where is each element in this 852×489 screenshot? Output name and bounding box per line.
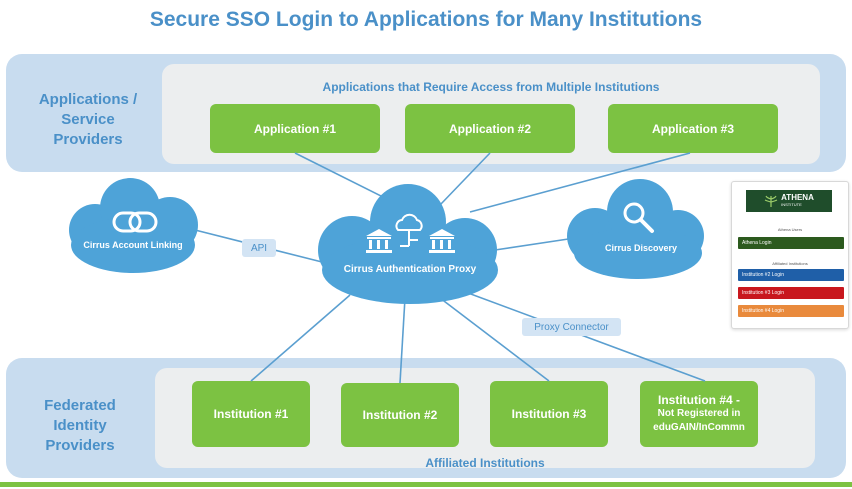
tree-logo-icon bbox=[764, 195, 778, 207]
athena-login-button[interactable]: Athena Login bbox=[738, 237, 844, 249]
discovery-cloud[interactable] bbox=[567, 179, 704, 279]
proxy-label: Cirrus Authentication Proxy bbox=[343, 264, 477, 275]
affiliated-caption: Affiliated Institutions bbox=[772, 261, 808, 266]
logo-subtext: INSTITUTE bbox=[781, 202, 802, 207]
logo-text: ATHENA bbox=[781, 193, 814, 202]
athena-logo: ATHENA INSTITUTE bbox=[746, 190, 832, 212]
users-caption: Athena Users bbox=[777, 227, 803, 232]
account-linking-cloud[interactable] bbox=[69, 178, 198, 273]
account-linking-label: Cirrus Account Linking bbox=[83, 240, 183, 250]
login-panel: ATHENA INSTITUTE Athena Users Athena Log… bbox=[731, 181, 849, 329]
institution-2-login-button[interactable]: Institution #2 Login bbox=[738, 269, 844, 281]
institution-4-login-button[interactable]: Institution #4 Login bbox=[738, 305, 844, 317]
institution-3-login-button[interactable]: Institution #3 Login bbox=[738, 287, 844, 299]
discovery-label: Cirrus Discovery bbox=[604, 243, 678, 253]
